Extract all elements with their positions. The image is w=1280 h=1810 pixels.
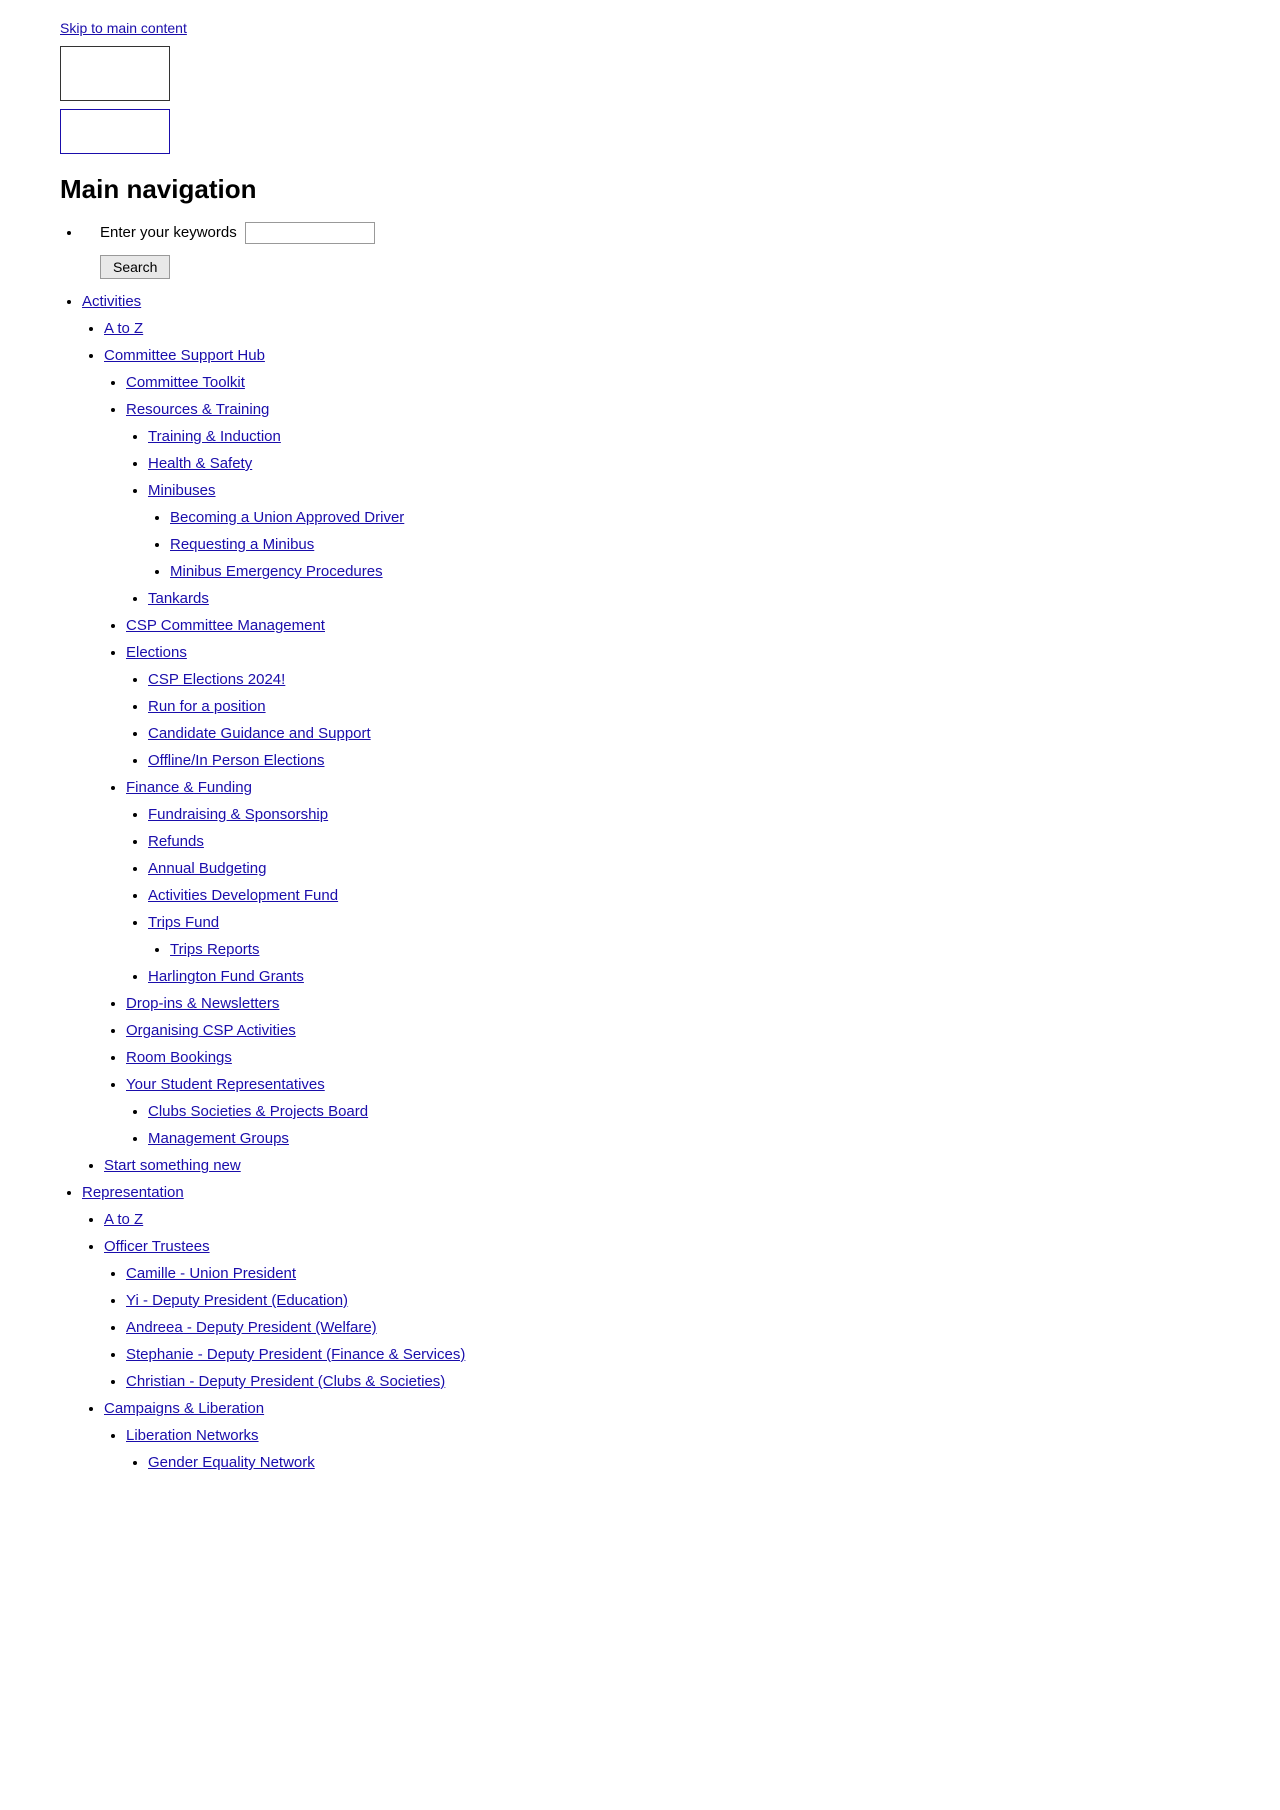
list-item: Andreea - Deputy President (Welfare) xyxy=(126,1316,1220,1340)
nav-link[interactable]: Finance & Funding xyxy=(126,779,252,796)
list-item: Becoming a Union Approved Driver xyxy=(170,506,1220,530)
main-nav-title: Main navigation xyxy=(60,174,1220,205)
nav-link[interactable]: Training & Induction xyxy=(148,428,281,445)
nav-link[interactable]: Gender Equality Network xyxy=(148,1454,315,1471)
list-item: Management Groups xyxy=(148,1127,1220,1151)
list-item: Run for a position xyxy=(148,695,1220,719)
nav-link[interactable]: Organising CSP Activities xyxy=(126,1022,296,1039)
list-item: Training & Induction xyxy=(148,425,1220,449)
nav-link[interactable]: Fundraising & Sponsorship xyxy=(148,806,328,823)
nav-link[interactable]: Harlington Fund Grants xyxy=(148,968,304,985)
list-item: Trips Fund Trips Reports xyxy=(148,911,1220,962)
nav-link[interactable]: Your Student Representatives xyxy=(126,1076,325,1093)
top-level-item: Representation A to Z Officer Trustees Cami… xyxy=(82,1181,1220,1475)
logo-top xyxy=(60,46,170,101)
nav-link[interactable]: Run for a position xyxy=(148,698,266,715)
nav-link[interactable]: Officer Trustees xyxy=(104,1238,210,1255)
top-level-item: ActivitiesA to ZCommittee Support HubCom… xyxy=(82,290,1220,1178)
top-nav-link[interactable]: Activities xyxy=(82,293,141,310)
list-item: Officer Trustees Camille - Union Presiden… xyxy=(104,1235,1220,1394)
list-item: Committee Support Hub Committee Toolkit Re… xyxy=(104,344,1220,1151)
nav-link[interactable]: Tankards xyxy=(148,590,209,607)
list-item: Tankards xyxy=(148,587,1220,611)
nav-link[interactable]: Trips Fund xyxy=(148,914,219,931)
list-item: Harlington Fund Grants xyxy=(148,965,1220,989)
list-item: Minibus Emergency Procedures xyxy=(170,560,1220,584)
list-item: A to Z xyxy=(104,1208,1220,1232)
nav-link[interactable]: Committee Toolkit xyxy=(126,374,245,391)
list-item: CSP Committee Management xyxy=(126,614,1220,638)
list-item: A to Z xyxy=(104,317,1220,341)
list-item: Fundraising & Sponsorship xyxy=(148,803,1220,827)
nav-link[interactable]: Resources & Training xyxy=(126,401,269,418)
nav-link[interactable]: Refunds xyxy=(148,833,204,850)
list-item: Organising CSP Activities xyxy=(126,1019,1220,1043)
nav-link[interactable]: CSP Committee Management xyxy=(126,617,325,634)
nav-link[interactable]: Minibus Emergency Procedures xyxy=(170,563,383,580)
list-item: Annual Budgeting xyxy=(148,857,1220,881)
list-item: Offline/In Person Elections xyxy=(148,749,1220,773)
list-item: Refunds xyxy=(148,830,1220,854)
list-item: Drop-ins & Newsletters xyxy=(126,992,1220,1016)
list-item: Clubs Societies & Projects Board xyxy=(148,1100,1220,1124)
search-list-item: Enter your keywords Search xyxy=(82,221,1220,280)
list-item: Requesting a Minibus xyxy=(170,533,1220,557)
nav-link[interactable]: Committee Support Hub xyxy=(104,347,265,364)
list-item: Camille - Union President xyxy=(126,1262,1220,1286)
nav-link[interactable]: Andreea - Deputy President (Welfare) xyxy=(126,1319,377,1336)
nav-link[interactable]: Management Groups xyxy=(148,1130,289,1147)
list-item: Elections CSP Elections 2024! Run for a po… xyxy=(126,641,1220,773)
list-item: Finance & Funding Fundraising & Sponsorsh… xyxy=(126,776,1220,989)
nav-link[interactable]: Room Bookings xyxy=(126,1049,232,1066)
list-item: Yi - Deputy President (Education) xyxy=(126,1289,1220,1313)
nav-link[interactable]: Stephanie - Deputy President (Finance & … xyxy=(126,1346,465,1363)
list-item: Liberation Networks Gender Equality Netwo… xyxy=(126,1424,1220,1475)
nav-link[interactable]: Health & Safety xyxy=(148,455,252,472)
list-item: Stephanie - Deputy President (Finance & … xyxy=(126,1343,1220,1367)
nav-link[interactable]: Candidate Guidance and Support xyxy=(148,725,371,742)
nav-container: ActivitiesA to ZCommittee Support HubCom… xyxy=(60,290,1220,1475)
nav-link[interactable]: Minibuses xyxy=(148,482,216,499)
search-label: Enter your keywords xyxy=(100,221,237,245)
nav-link[interactable]: Offline/In Person Elections xyxy=(148,752,324,769)
list-item: Minibuses Becoming a Union Approved Drive… xyxy=(148,479,1220,584)
list-item: Activities Development Fund xyxy=(148,884,1220,908)
list-item: Candidate Guidance and Support xyxy=(148,722,1220,746)
nav-link[interactable]: Drop-ins & Newsletters xyxy=(126,995,279,1012)
nav-link[interactable]: Campaigns & Liberation xyxy=(104,1400,264,1417)
nav-link[interactable]: Annual Budgeting xyxy=(148,860,266,877)
list-item: Start something new xyxy=(104,1154,1220,1178)
nav-link[interactable]: Christian - Deputy President (Clubs & So… xyxy=(126,1373,445,1390)
search-input[interactable] xyxy=(245,222,375,244)
nav-link[interactable]: A to Z xyxy=(104,1211,143,1228)
list-item: Health & Safety xyxy=(148,452,1220,476)
nav-link[interactable]: Activities Development Fund xyxy=(148,887,338,904)
nav-list: Enter your keywords Search xyxy=(60,221,1220,280)
logo-bottom xyxy=(60,109,170,154)
top-nav-link[interactable]: Representation xyxy=(82,1184,184,1201)
nav-link[interactable]: CSP Elections 2024! xyxy=(148,671,285,688)
nav-link[interactable]: Start something new xyxy=(104,1157,241,1174)
list-item: Your Student Representatives Clubs Societ… xyxy=(126,1073,1220,1151)
nav-link[interactable]: Elections xyxy=(126,644,187,661)
nav-link[interactable]: Requesting a Minibus xyxy=(170,536,314,553)
skip-link[interactable]: Skip to main content xyxy=(60,20,1220,36)
nav-link[interactable]: Trips Reports xyxy=(170,941,259,958)
main-nav-list: ActivitiesA to ZCommittee Support HubCom… xyxy=(60,290,1220,1475)
nav-link[interactable]: Yi - Deputy President (Education) xyxy=(126,1292,348,1309)
nav-link[interactable]: Liberation Networks xyxy=(126,1427,259,1444)
list-item: CSP Elections 2024! xyxy=(148,668,1220,692)
list-item: Trips Reports xyxy=(170,938,1220,962)
nav-link[interactable]: Becoming a Union Approved Driver xyxy=(170,509,404,526)
list-item: Resources & Training Training & Induction… xyxy=(126,398,1220,611)
nav-link[interactable]: Clubs Societies & Projects Board xyxy=(148,1103,368,1120)
list-item: Room Bookings xyxy=(126,1046,1220,1070)
nav-link[interactable]: Camille - Union President xyxy=(126,1265,296,1282)
search-button[interactable]: Search xyxy=(100,255,170,279)
nav-link[interactable]: A to Z xyxy=(104,320,143,337)
list-item: Campaigns & Liberation Liberation Network… xyxy=(104,1397,1220,1475)
list-item: Christian - Deputy President (Clubs & So… xyxy=(126,1370,1220,1394)
list-item: Gender Equality Network xyxy=(148,1451,1220,1475)
list-item: Committee Toolkit xyxy=(126,371,1220,395)
